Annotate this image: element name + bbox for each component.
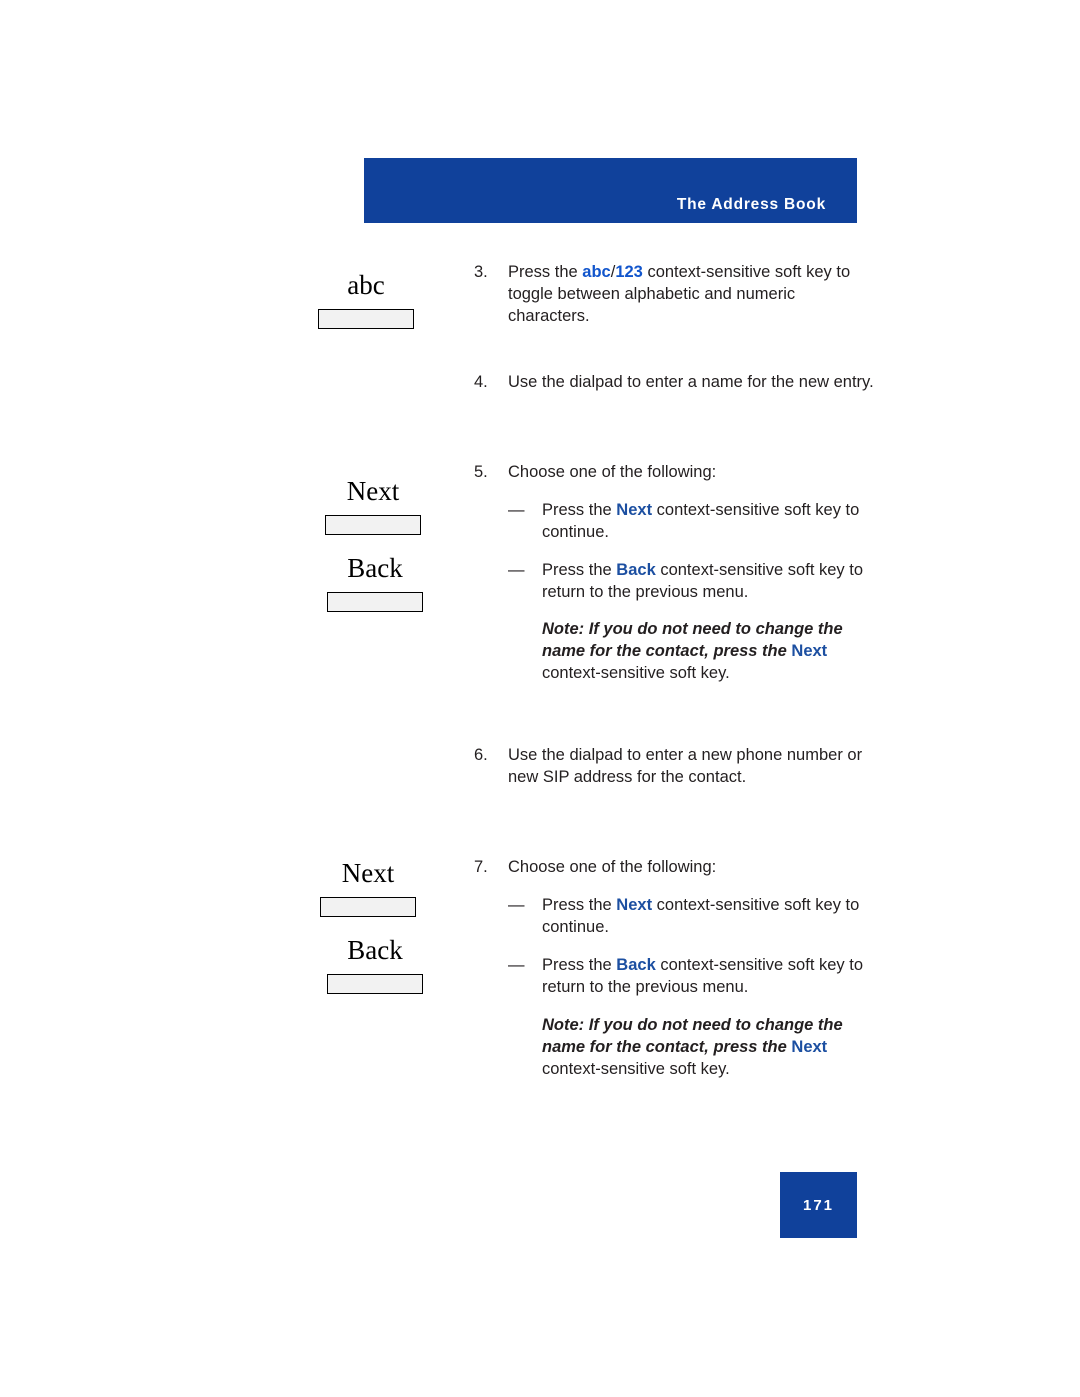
step-7: 7. Choose one of the following: — Press … [474,857,874,1081]
note-block: Note: If you do not need to change the n… [508,619,874,685]
step-6: 6. Use the dialpad to enter a new phone … [474,745,874,789]
page-number-badge: 171 [780,1172,857,1238]
softkey-label-next: Next [341,858,395,888]
softkey-box [327,974,423,994]
keyword-back: Back [616,560,656,579]
page-header-banner: The Address Book [364,158,857,223]
document-page: The Address Book abc Next Back Next Back… [0,0,1080,1397]
note-label: Note: [542,1015,585,1034]
em-dash: — [508,955,525,974]
bullet-back: — Press the Back context-sensitive soft … [508,560,874,604]
page-header-title: The Address Book [676,196,826,213]
step-number: 3. [474,263,488,281]
bullet-text: Press the Next context-sensitive soft ke… [542,500,860,541]
keyword-next: Next [791,642,828,661]
note-body-tail: context-sensitive soft key. [542,664,730,683]
em-dash: — [508,500,525,519]
bullet-next: — Press the Next context-sensitive soft … [508,895,874,939]
note-body-tail: context-sensitive soft key. [542,1059,730,1078]
step-text: Choose one of the following: [508,462,717,481]
step-number: 4. [474,372,488,391]
softkey-box [320,897,416,917]
softkey-graphic-next-1: Next [325,478,421,535]
keyword-next: Next [616,896,653,915]
keyword-123: 123 [615,263,643,281]
softkey-label-back: Back [347,553,403,583]
bullet-next: — Press the Next context-sensitive soft … [508,500,874,544]
softkey-graphic-abc: abc [318,272,414,329]
softkey-graphic-back-2: Back [327,937,423,994]
step-number: 6. [474,746,488,765]
step-text: Use the dialpad to enter a new phone num… [508,746,863,787]
step-text: Press the abc/123 context-sensitive soft… [508,263,851,325]
step-5: 5. Choose one of the following: — Press … [474,462,874,686]
step-number: 7. [474,858,488,877]
bullet-text: Press the Back context-sensitive soft ke… [542,560,864,601]
keyword-next: Next [616,500,653,519]
em-dash: — [508,560,525,579]
softkey-box [318,309,414,329]
step-3: 3. Press the abc/123 context-sensitive s… [474,262,874,328]
bullet-back: — Press the Back context-sensitive soft … [508,955,874,999]
procedure-steps: 3. Press the abc/123 context-sensitive s… [474,262,874,1103]
softkey-box [327,592,423,612]
bullet-text: Press the Next context-sensitive soft ke… [542,896,860,936]
step-number: 5. [474,462,488,481]
keyword-abc: abc [582,263,611,281]
softkey-box [325,515,421,535]
note-block: Note: If you do not need to change the n… [508,1015,874,1081]
step-text: Use the dialpad to enter a name for the … [508,372,874,391]
note-label: Note: [542,620,585,639]
step-text: Choose one of the following: [508,858,717,877]
step-4: 4. Use the dialpad to enter a name for t… [474,372,874,394]
keyword-next: Next [791,1037,828,1056]
softkey-graphic-next-2: Next [320,860,416,917]
softkey-label-abc: abc [347,270,385,300]
keyword-back: Back [616,955,656,974]
softkey-graphic-back-1: Back [327,555,423,612]
bullet-text: Press the Back context-sensitive soft ke… [542,955,864,996]
softkey-label-next: Next [346,476,400,506]
softkey-label-back: Back [347,935,403,965]
em-dash: — [508,896,525,915]
